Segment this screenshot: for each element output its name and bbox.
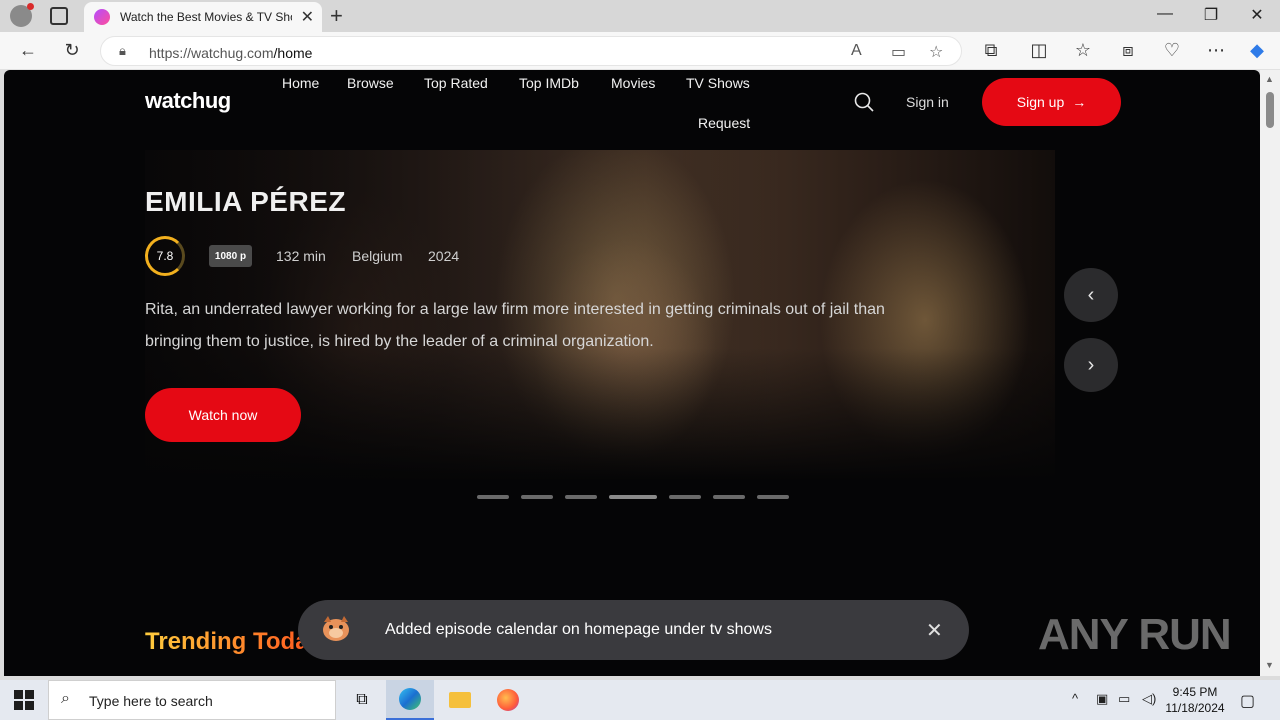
browser-tab-bar: Watch the Best Movies & TV Sho ✕ + — ❐ ✕ <box>0 0 1280 32</box>
search-icon: ⌕ <box>61 690 70 707</box>
carousel-dot[interactable] <box>669 495 701 499</box>
search-icon[interactable] <box>854 92 874 112</box>
edge-app-icon[interactable] <box>386 680 434 720</box>
nav-top-rated[interactable]: Top Rated <box>424 75 488 91</box>
sign-up-label: Sign up <box>1016 94 1065 110</box>
mascot-icon <box>323 616 349 641</box>
copilot-icon[interactable]: ◆ <box>1246 40 1268 61</box>
file-explorer-icon[interactable] <box>436 680 484 720</box>
page-scrollbar[interactable]: ▲ ▼ <box>1260 70 1280 676</box>
duration-text: 132 min <box>276 248 326 264</box>
carousel-next-button[interactable]: › <box>1064 338 1118 392</box>
notifications-icon[interactable]: ▢ <box>1240 691 1255 711</box>
tab-actions-icon[interactable] <box>50 7 68 25</box>
taskbar-search-placeholder: Type here to search <box>89 693 213 709</box>
collections-icon[interactable]: ⧈ <box>1117 40 1139 61</box>
back-icon[interactable]: ← <box>17 40 39 61</box>
carousel-dot[interactable] <box>757 495 789 499</box>
anyrun-watermark: ANY RUN <box>1038 610 1232 659</box>
page-viewport: watchug Home Browse Top Rated Top IMDb M… <box>4 70 1260 676</box>
address-bar[interactable]: 🔒︎ https://watchug.com/home A ▭ ☆ <box>100 36 962 66</box>
new-tab-icon[interactable]: + <box>330 3 343 29</box>
site-favicon-icon <box>94 9 110 25</box>
favorites-icon[interactable]: ☆ <box>1072 40 1094 61</box>
arrow-right-icon: → <box>1072 94 1087 110</box>
extensions-icon[interactable]: ⧉ <box>980 40 1002 61</box>
sign-up-button[interactable]: Sign up → <box>982 78 1121 126</box>
settings-more-icon[interactable]: ⋯ <box>1205 40 1227 61</box>
nav-top-imdb[interactable]: Top IMDb <box>519 75 579 91</box>
nav-movies[interactable]: Movies <box>611 75 655 91</box>
year-text: 2024 <box>428 248 460 264</box>
sign-in-link[interactable]: Sign in <box>906 94 949 110</box>
firefox-app-icon[interactable] <box>484 680 532 720</box>
split-screen-icon[interactable]: ◫ <box>1028 40 1050 61</box>
tray-chevron-up-icon[interactable]: ^ <box>1072 691 1078 706</box>
minimize-icon[interactable]: — <box>1150 5 1180 23</box>
browser-toolbar: ← ↻ 🔒︎ https://watchug.com/home A ▭ ☆ ⧉ … <box>0 32 1280 70</box>
restore-icon[interactable]: ❐ <box>1196 5 1226 25</box>
country-text: Belgium <box>352 248 403 264</box>
scroll-up-icon[interactable]: ▲ <box>1265 74 1274 84</box>
taskbar-clock[interactable]: 9:45 PM 11/18/2024 <box>1160 684 1230 716</box>
url-path: /home <box>273 45 313 61</box>
hero-movie-title: EMILIA PÉREZ <box>145 186 346 217</box>
read-aloud-icon[interactable]: A <box>851 42 862 60</box>
taskbar-search-box[interactable]: ⌕ Type here to search <box>48 680 336 720</box>
immersive-reader-icon[interactable]: ▭ <box>891 42 906 62</box>
nav-home[interactable]: Home <box>282 75 319 91</box>
toast-close-icon[interactable]: ✕ <box>926 618 943 643</box>
chevron-left-icon: ‹ <box>1087 283 1095 306</box>
refresh-icon[interactable]: ↻ <box>61 40 83 61</box>
url-text[interactable]: https://watchug.com/home <box>149 45 312 61</box>
tab-title: Watch the Best Movies & TV Sho <box>120 10 292 24</box>
nav-request[interactable]: Request <box>698 115 750 131</box>
clock-time: 9:45 PM <box>1172 685 1218 699</box>
chevron-right-icon: › <box>1087 353 1095 376</box>
windows-start-icon[interactable] <box>14 690 34 710</box>
tab-close-icon[interactable]: ✕ <box>301 7 314 27</box>
window-close-icon[interactable]: ✕ <box>1242 5 1272 25</box>
windows-taskbar: ⌕ Type here to search ⧉ ^ ▣ ▭ ◁) 9:45 PM… <box>0 680 1280 720</box>
carousel-dot[interactable] <box>713 495 745 499</box>
carousel-prev-button[interactable]: ‹ <box>1064 268 1118 322</box>
site-logo[interactable]: watchug <box>145 88 231 114</box>
carousel-pagination <box>477 495 789 499</box>
trending-section-title: Trending Toda <box>145 628 309 655</box>
hero-description: Rita, an underrated lawyer working for a… <box>145 301 885 350</box>
favorite-star-icon[interactable]: ☆ <box>929 42 943 62</box>
notification-toast: Added episode calendar on homepage under… <box>298 600 969 660</box>
scrollbar-thumb[interactable] <box>1266 92 1274 128</box>
network-icon[interactable]: ▭ <box>1118 691 1130 707</box>
url-host: https://watchug.com <box>149 45 274 61</box>
nav-tv-shows[interactable]: TV Shows <box>686 75 750 91</box>
tray-device-icon[interactable]: ▣ <box>1096 691 1108 707</box>
clock-date: 11/18/2024 <box>1165 701 1225 715</box>
carousel-dot[interactable] <box>521 495 553 499</box>
carousel-dot[interactable] <box>477 495 509 499</box>
lock-icon[interactable]: 🔒︎ <box>119 43 126 59</box>
carousel-dot[interactable] <box>609 495 657 499</box>
volume-icon[interactable]: ◁) <box>1142 691 1156 707</box>
scroll-down-icon[interactable]: ▼ <box>1265 660 1274 670</box>
watch-now-button[interactable]: Watch now <box>145 388 301 442</box>
browser-essentials-icon[interactable]: ♡ <box>1161 40 1183 61</box>
quality-badge: 1080 p <box>209 245 252 267</box>
task-view-icon[interactable]: ⧉ <box>338 680 386 720</box>
nav-browse[interactable]: Browse <box>347 75 394 91</box>
toast-message: Added episode calendar on homepage under… <box>385 621 772 638</box>
profile-icon[interactable] <box>10 3 34 27</box>
rating-badge: 7.8 <box>145 236 185 276</box>
rating-value: 7.8 <box>156 249 174 263</box>
browser-tab-active[interactable]: Watch the Best Movies & TV Sho ✕ <box>84 2 322 32</box>
carousel-dot[interactable] <box>565 495 597 499</box>
